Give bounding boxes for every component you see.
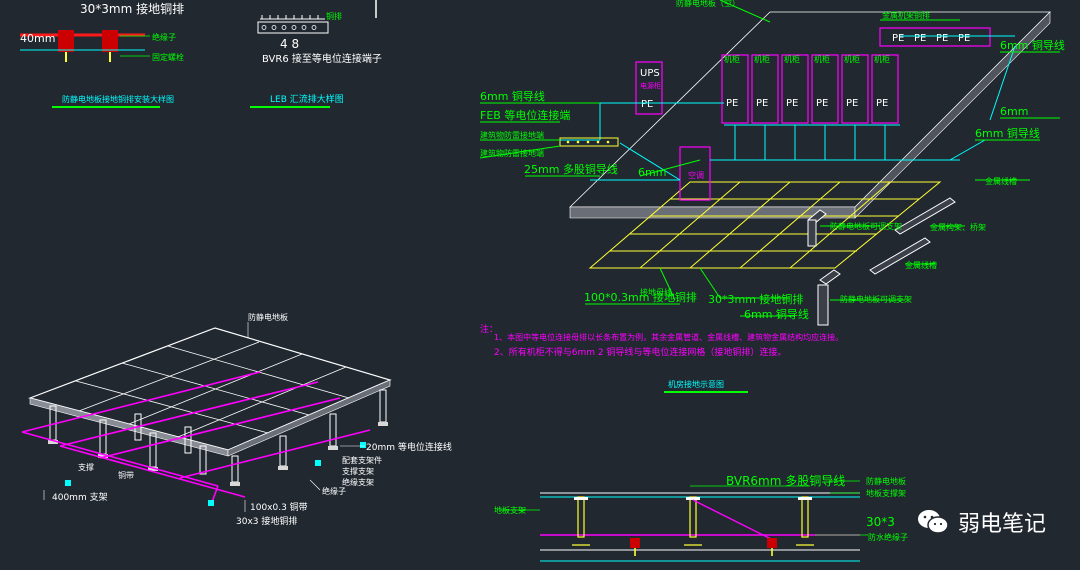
rd-cabinet-3: 机柜 <box>784 54 800 64</box>
rack-pe-4: PE <box>958 33 970 44</box>
rd-pipe-2: 防静电地板可调支架 <box>840 294 912 304</box>
rd-cabinet-4: 机柜 <box>814 54 830 64</box>
rd-6mm-rl: 6mm 铜导线 <box>975 126 1040 140</box>
cabinet-pe-5: PE <box>846 98 858 109</box>
label-insulator: 绝缘子 <box>152 32 176 42</box>
rd-metal-2: 金属构架、桥架 <box>930 222 986 232</box>
watermark-text: 弱电笔记 <box>957 512 1046 537</box>
caption-leb: LEB 汇流排大样图 <box>270 93 344 105</box>
rd-cabinet-2: 机柜 <box>754 54 770 64</box>
rack-pe-1: PE <box>892 33 904 44</box>
rd-metal-1: 金属线槽 <box>985 176 1017 186</box>
watermark: 弱电笔记 <box>916 506 1046 538</box>
section-left: 地板支架 <box>494 505 526 515</box>
dim-left: 40mm <box>20 32 55 45</box>
floor-label-bracket1: 配套支架件 <box>342 455 382 465</box>
rd-30x3: 30*3mm 接地铜排 <box>708 292 803 306</box>
rack-pe-3: PE <box>936 33 948 44</box>
rack-pe-2: PE <box>914 33 926 44</box>
rd-caption: 机房接地示意图 <box>668 379 724 389</box>
rd-pipe-3: 接地母线 <box>640 287 672 297</box>
wechat-icon <box>917 510 949 534</box>
rd-6mm-rt: 6mm 铜导线 <box>1000 38 1065 52</box>
rd-metal-3: 金属线槽 <box>905 260 937 270</box>
drawing-background <box>0 0 1080 570</box>
cabinet-pe-3: PE <box>786 98 798 109</box>
floor-label-bracket2: 支撑支架 <box>342 466 374 476</box>
ups-sub: 电源柜 <box>640 81 661 90</box>
cabinet-pe-1: PE <box>726 98 738 109</box>
section-30: 30*3 <box>866 515 895 529</box>
floor-label-bracket3: 绝缘支架 <box>342 477 374 487</box>
rd-top-right: 金属机架铜排 <box>882 10 930 20</box>
floor-label-30x3: 30x3 接地铜排 <box>236 515 297 527</box>
caption-top-left: 防静电地板接地铜排安装大样图 <box>62 94 174 104</box>
section-insulator: 防水绝缘子 <box>868 532 908 542</box>
leb-top-label: 铜排 <box>326 11 342 21</box>
floor-label-20mm: 20mm 等电位连接线 <box>366 441 452 453</box>
rd-cabinet-1: 机柜 <box>724 54 740 64</box>
aircon-label: 空调 <box>688 170 704 180</box>
ups-pe: PE <box>641 99 653 110</box>
rd-pipe-1: 防静电地板可调支架 <box>830 221 902 231</box>
note-2: 2、所有机柜不得与6mm 2 铜导线与等电位连接网格（接地铜排）连接。 <box>494 346 786 358</box>
leb-bottom-label: BVR6 接至等电位连接端子 <box>262 52 382 65</box>
floor-label-insulator: 绝缘子 <box>322 486 346 496</box>
note-1: 1、本图中等电位连接母排以长条布置为例，其余金属管道、金属线槽、建筑物金属结构均… <box>494 332 843 342</box>
rd-6mm-1: 6mm 铜导线 <box>480 89 545 103</box>
rd-6mm-rm: 6mm <box>1000 105 1028 118</box>
rd-cabinet-5: 机柜 <box>844 54 860 64</box>
dim-top: 30*3mm 接地铜排 <box>80 1 184 16</box>
cabinet-pe-6: PE <box>876 98 888 109</box>
section-floor: 防静电地板 <box>866 476 906 486</box>
cabinet-pe-4: PE <box>816 98 828 109</box>
floor-label-100: 100x0.3 铜带 <box>250 501 308 513</box>
rd-cabinet-6: 机柜 <box>874 54 890 64</box>
rd-6mm-mid: 6mm <box>638 166 666 179</box>
floor-label-support: 支撑 <box>78 462 94 472</box>
floor-label-board: 防静电地板 <box>248 312 288 322</box>
floor-label-400: 400mm 支架 <box>52 491 108 503</box>
rd-feb: FEB 等电位连接端 <box>480 108 570 122</box>
rd-25mm: 25mm 多股铜导线 <box>524 162 618 176</box>
rd-top: 防静电地板（空） <box>676 0 740 8</box>
cad-drawing: 30*3mm 接地铜排 40mm 绝缘子 固定螺栓 防静电地板接地铜排安装大样图… <box>0 0 1080 570</box>
rd-lightning-2: 建筑物防雷接地端 <box>480 148 544 158</box>
ups-label: UPS <box>640 68 660 79</box>
label-bolt: 固定螺栓 <box>152 52 184 62</box>
rd-6mm-bottom: 6mm 铜导线 <box>744 307 809 321</box>
leb-numbers: 4 8 <box>280 37 299 51</box>
floor-label-copper: 铜带 <box>118 470 134 480</box>
section-support: 地板支撑架 <box>866 488 906 498</box>
rd-lightning-1: 建筑物防雷接地端 <box>480 130 544 140</box>
cabinet-pe-2: PE <box>756 98 768 109</box>
section-bvr: BVR6mm 多股铜导线 <box>726 473 845 488</box>
